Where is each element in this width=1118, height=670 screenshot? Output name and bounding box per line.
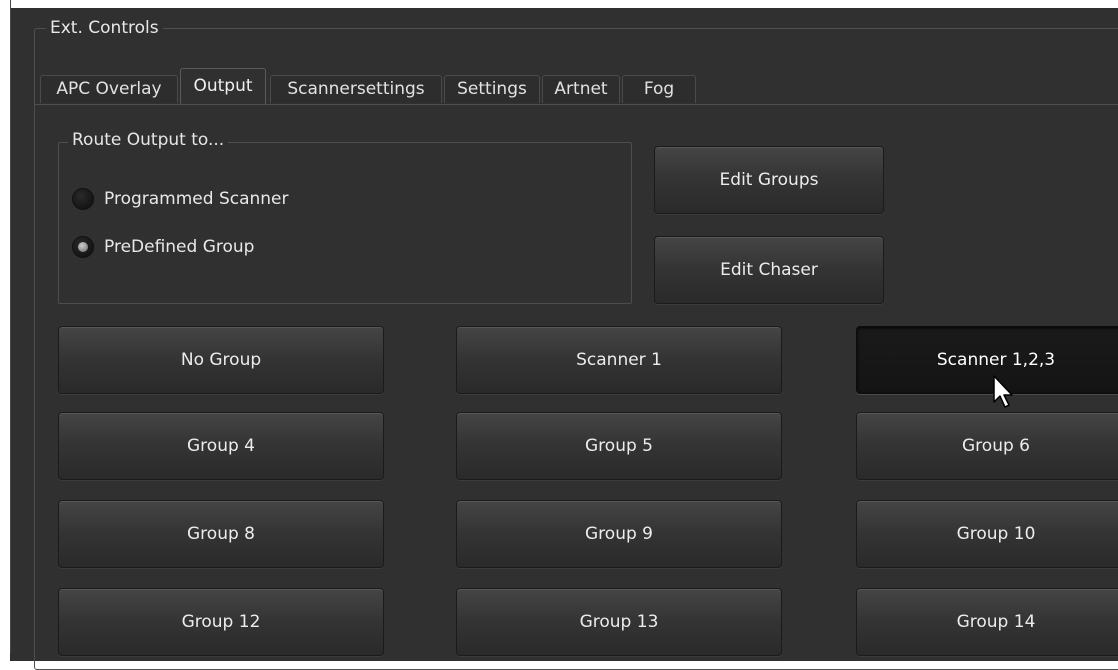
group-button-scanner-1-2-3[interactable]: Scanner 1,2,3 <box>856 326 1118 394</box>
tab-bar: APC Overlay Output Scannersettings Setti… <box>34 66 1118 104</box>
left-divider <box>10 0 11 653</box>
radio-label: Programmed Scanner <box>104 189 289 209</box>
mouse-pointer-icon <box>993 375 1013 408</box>
route-output-title: Route Output to... <box>68 130 229 150</box>
tab-output[interactable]: Output <box>180 68 266 104</box>
tab-apc-overlay[interactable]: APC Overlay <box>40 75 178 103</box>
group-button-group-14[interactable]: Group 14 <box>856 588 1118 656</box>
tab-artnet[interactable]: Artnet <box>542 75 620 103</box>
radio-predefined-group[interactable]: PreDefined Group <box>72 234 254 260</box>
group-button-no-group[interactable]: No Group <box>58 326 384 394</box>
tab-scannersettings[interactable]: Scannersettings <box>270 75 442 103</box>
radio-label: PreDefined Group <box>104 237 255 257</box>
group-button-scanner-1[interactable]: Scanner 1 <box>456 326 782 394</box>
tab-settings[interactable]: Settings <box>444 75 540 103</box>
route-output-groupbox <box>58 142 632 304</box>
group-button-group-13[interactable]: Group 13 <box>456 588 782 656</box>
group-button-group-12[interactable]: Group 12 <box>58 588 384 656</box>
radio-programmed-scanner[interactable]: Programmed Scanner <box>72 186 289 212</box>
group-button-group-10[interactable]: Group 10 <box>856 500 1118 568</box>
group-button-group-6[interactable]: Group 6 <box>856 412 1118 480</box>
group-button-group-9[interactable]: Group 9 <box>456 500 782 568</box>
edit-groups-button[interactable]: Edit Groups <box>654 146 884 214</box>
group-button-group-4[interactable]: Group 4 <box>58 412 384 480</box>
radio-button-checked-icon[interactable] <box>72 236 94 258</box>
group-button-group-5[interactable]: Group 5 <box>456 412 782 480</box>
ext-controls-title: Ext. Controls <box>46 18 163 38</box>
group-button-group-8[interactable]: Group 8 <box>58 500 384 568</box>
tab-fog[interactable]: Fog <box>622 75 696 103</box>
edit-chaser-button[interactable]: Edit Chaser <box>654 236 884 304</box>
radio-button-icon[interactable] <box>72 188 94 210</box>
